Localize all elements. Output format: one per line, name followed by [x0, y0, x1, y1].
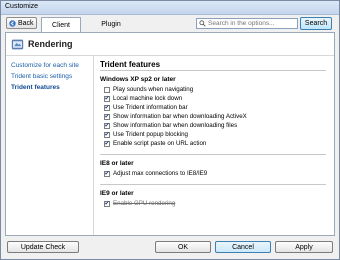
sidebar-item-label: Trident features: [11, 84, 60, 91]
back-label: Back: [18, 19, 34, 27]
option-label: Enable script paste on URL action: [113, 140, 207, 147]
checkbox[interactable]: ✔: [104, 170, 110, 177]
divider: [100, 154, 326, 155]
checkbox[interactable]: ✔: [104, 131, 110, 138]
back-button[interactable]: Back: [6, 17, 37, 29]
panel-title: Trident features: [100, 56, 326, 71]
option-script-paste[interactable]: ✔ Enable script paste on URL action: [100, 139, 332, 148]
sidebar-item-label: Trident basic settings: [11, 73, 73, 80]
apply-button[interactable]: Apply: [275, 241, 333, 253]
section-xp-sp2: Windows XP sp2 or later Play sounds when…: [100, 76, 332, 148]
option-play-sounds[interactable]: Play sounds when navigating: [100, 85, 332, 94]
checkbox[interactable]: ✔: [104, 200, 110, 207]
tab-client[interactable]: Client: [41, 17, 81, 32]
option-gpu-rendering[interactable]: ✔ Enable GPU rendering: [100, 199, 332, 208]
section-ie9: IE9 or later ✔ Enable GPU rendering: [100, 190, 332, 208]
title-bar: Customize: [1, 1, 339, 15]
tab-plugin-label: Plugin: [101, 21, 121, 28]
checkbox[interactable]: ✔: [104, 95, 110, 102]
option-label: Adjust max connections to IE8/IE9: [113, 170, 208, 177]
cancel-button[interactable]: Cancel: [215, 241, 271, 253]
tab-plugin[interactable]: Plugin: [96, 17, 126, 32]
rendering-icon: [11, 39, 24, 49]
back-arrow-icon: [9, 19, 16, 27]
section-ie8: IE8 or later ✔ Adjust max connections to…: [100, 160, 332, 178]
sidebar-item-trident-basic-settings[interactable]: Trident basic settings: [6, 72, 93, 83]
option-label: Play sounds when navigating: [113, 86, 194, 93]
section-title: IE9 or later: [100, 190, 134, 197]
search-button-label: Search: [304, 20, 328, 27]
option-label: Show information bar when downloading fi…: [113, 122, 238, 129]
checkbox[interactable]: ✔: [104, 104, 110, 111]
update-check-button[interactable]: Update Check: [7, 241, 79, 253]
checkbox[interactable]: [104, 86, 110, 93]
option-label: Use Trident information bar: [113, 104, 188, 111]
update-check-label: Update Check: [20, 243, 66, 251]
window-title: Customize: [5, 3, 39, 10]
search-button[interactable]: Search: [300, 17, 332, 30]
option-info-bar-files[interactable]: ✔ Show information bar when downloading …: [100, 121, 332, 130]
option-label: Local machine lock down: [113, 95, 183, 102]
ok-button[interactable]: OK: [155, 241, 211, 253]
divider: [100, 184, 326, 185]
sidebar-item-trident-features[interactable]: Trident features: [6, 83, 93, 94]
section-title: Windows XP sp2 or later: [100, 76, 176, 83]
cancel-label: Cancel: [232, 243, 254, 251]
option-local-machine-lockdown[interactable]: ✔ Local machine lock down: [100, 94, 332, 103]
option-trident-info-bar[interactable]: ✔ Use Trident information bar: [100, 103, 332, 112]
customize-window: Customize Back Client Plugin Search in t…: [0, 0, 340, 260]
toolbar: Back Client Plugin Search: [1, 15, 339, 33]
search-box: [196, 18, 298, 29]
section-title: IE8 or later: [100, 160, 134, 167]
ok-label: OK: [177, 243, 189, 251]
option-label: Use Trident popup blocking: [113, 131, 188, 138]
search-input[interactable]: [208, 20, 294, 27]
tab-client-label: Client: [52, 21, 70, 29]
checkbox[interactable]: ✔: [104, 113, 110, 120]
sidebar: Customize for each site Trident basic se…: [6, 56, 94, 235]
sidebar-item-customize-each-site[interactable]: Customize for each site: [6, 61, 93, 72]
page-title: Rendering: [28, 39, 73, 49]
search-icon: [199, 20, 206, 27]
settings-panel: Trident features Windows XP sp2 or later…: [100, 56, 332, 235]
checkbox[interactable]: ✔: [104, 122, 110, 129]
option-label: Show information bar when downloading Ac…: [113, 113, 247, 120]
option-label: Enable GPU rendering: [113, 200, 176, 207]
checkbox[interactable]: ✔: [104, 140, 110, 147]
option-info-bar-activex[interactable]: ✔ Show information bar when downloading …: [100, 112, 332, 121]
option-popup-blocking[interactable]: ✔ Use Trident popup blocking: [100, 130, 332, 139]
sidebar-item-label: Customize for each site: [11, 62, 79, 69]
page-header: Rendering: [6, 33, 334, 56]
content-area: Rendering Customize for each site Triden…: [5, 32, 335, 236]
footer-bar: Update Check OK Cancel Apply: [1, 238, 339, 258]
apply-label: Apply: [295, 243, 313, 251]
option-max-connections[interactable]: ✔ Adjust max connections to IE8/IE9: [100, 169, 332, 178]
